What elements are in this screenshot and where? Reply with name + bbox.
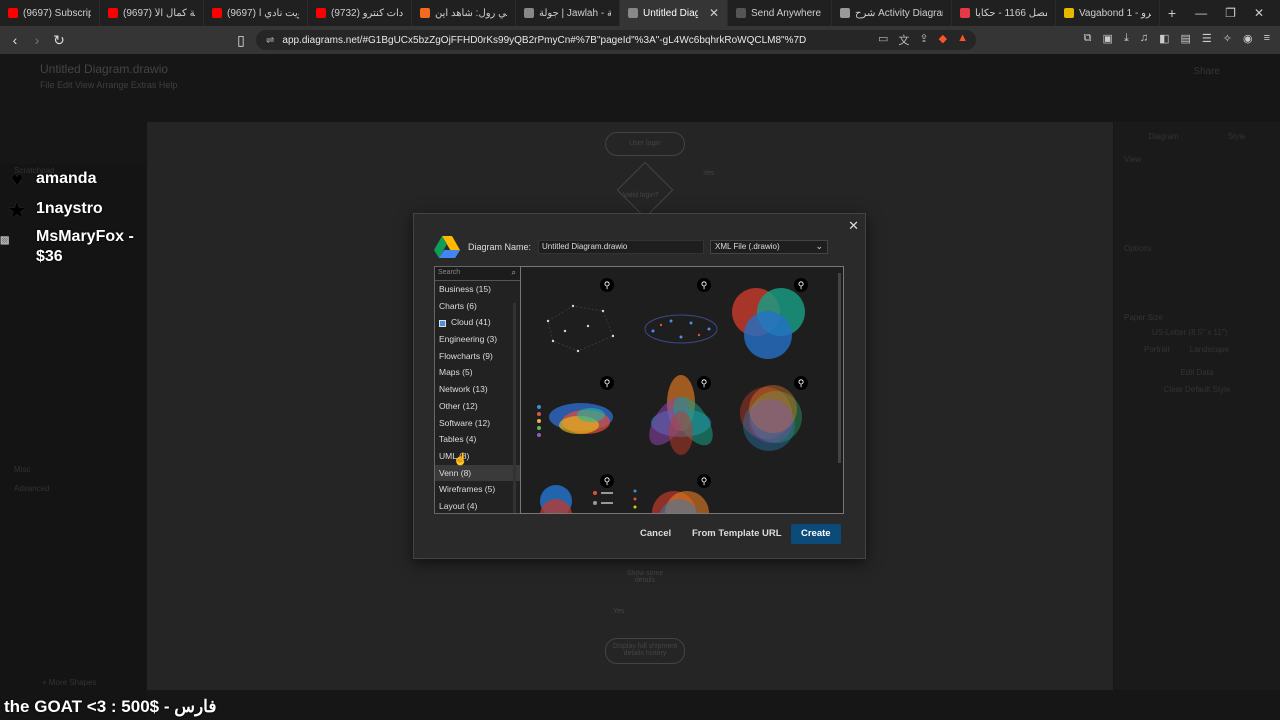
donor-item: ▨ MsMaryFox - $36 xyxy=(0,228,134,267)
zoom-icon[interactable]: ⚲ xyxy=(794,278,808,292)
zoom-icon[interactable]: ⚲ xyxy=(697,474,711,488)
search-placeholder: Search xyxy=(438,269,461,276)
zoom-icon[interactable]: ⚲ xyxy=(794,376,808,390)
preview-scrollbar[interactable] xyxy=(838,273,841,463)
zoom-icon[interactable]: ⚲ xyxy=(697,278,711,292)
donor-name: 1naystro xyxy=(36,200,103,217)
template-thumbnail[interactable] xyxy=(531,479,631,514)
template-thumbnail[interactable] xyxy=(721,277,821,369)
zoom-icon[interactable]: ⚲ xyxy=(600,278,614,292)
category-label: Other (12) xyxy=(439,400,478,411)
category-label: Venn (8) xyxy=(439,467,472,478)
category-item[interactable]: Wireframes (5) xyxy=(435,481,520,498)
zoom-icon[interactable]: ⚲ xyxy=(697,376,711,390)
template-category-list: Search ⌕ Business (15) Charts (6) Cloud (4… xyxy=(434,266,521,514)
category-item[interactable]: UML (8) xyxy=(435,448,520,465)
new-diagram-dialog: ✕ Diagram Name: Untitled Diagram.drawio … xyxy=(413,213,866,559)
template-thumbnail[interactable] xyxy=(631,373,731,465)
format-select-value: XML File (.drawio) xyxy=(715,242,780,251)
diagram-name-label: Diagram Name: xyxy=(468,242,532,252)
google-drive-icon xyxy=(434,236,460,258)
category-scrollbar[interactable] xyxy=(513,303,516,513)
category-label: Flowcharts (9) xyxy=(439,350,493,361)
category-label: Tables (4) xyxy=(439,434,477,445)
cloud-icon xyxy=(439,319,446,327)
diagram-name-input[interactable]: Untitled Diagram.drawio xyxy=(538,240,704,254)
category-item[interactable]: Venn (8) xyxy=(435,464,520,482)
category-item[interactable]: Layout (4) xyxy=(435,498,520,513)
mouse-cursor-icon: ☝ xyxy=(453,452,468,466)
category-item[interactable]: Network (13) xyxy=(435,381,520,398)
category-label: Layout (4) xyxy=(439,500,478,511)
category-item[interactable]: Charts (6) xyxy=(435,298,520,315)
category-label: Network (13) xyxy=(439,384,488,395)
category-item[interactable]: Maps (5) xyxy=(435,364,520,381)
category-item[interactable]: Software (12) xyxy=(435,415,520,432)
category-label: Engineering (3) xyxy=(439,334,498,345)
heart-icon: ♥ xyxy=(11,168,23,191)
template-thumbnail[interactable] xyxy=(629,477,729,514)
close-icon[interactable]: ✕ xyxy=(848,218,859,234)
template-thumbnail[interactable] xyxy=(631,281,731,373)
category-label: Software (12) xyxy=(439,417,491,428)
create-button[interactable]: Create xyxy=(791,524,841,544)
category-item[interactable]: Flowcharts (9) xyxy=(435,348,520,365)
template-preview-grid: ⚲ ⚲ ⚲ ⚲ ⚲ ⚲ ⚲ ⚲ xyxy=(520,266,844,514)
category-items: Business (15) Charts (6) Cloud (41) Enginee… xyxy=(435,281,520,513)
search-input[interactable]: Search ⌕ xyxy=(435,267,520,281)
category-label: Wireframes (5) xyxy=(439,484,496,495)
template-thumbnail[interactable] xyxy=(533,281,633,373)
from-template-url-button[interactable]: From Template URL xyxy=(686,524,788,544)
zoom-icon[interactable]: ⚲ xyxy=(600,474,614,488)
category-label: Business (15) xyxy=(439,284,491,294)
category-label: Maps (5) xyxy=(439,367,473,378)
category-item[interactable]: Engineering (3) xyxy=(435,331,520,348)
donor-name: MsMaryFox - $36 xyxy=(36,228,134,265)
cancel-button[interactable]: Cancel xyxy=(634,524,677,544)
category-label: Charts (6) xyxy=(439,300,477,311)
category-item[interactable]: Other (12) xyxy=(435,398,520,415)
format-select[interactable]: XML File (.drawio) ⌄ xyxy=(710,240,828,254)
donor-item: ★ 1naystro xyxy=(6,199,103,222)
donor-item: ♥ amanda xyxy=(6,168,97,191)
search-icon: ⌕ xyxy=(511,268,516,277)
category-item[interactable]: Tables (4) xyxy=(435,431,520,448)
broken-image-icon: ▨ xyxy=(0,234,10,246)
star-icon: ★ xyxy=(8,199,26,222)
category-item[interactable]: Business (15) xyxy=(435,281,520,298)
zoom-icon[interactable]: ⚲ xyxy=(600,376,614,390)
donor-name: amanda xyxy=(36,170,97,187)
category-item[interactable]: Cloud (41) xyxy=(435,314,520,331)
bottom-ticker-text: the GOAT <3 : 500$ - فارس xyxy=(4,697,217,716)
template-thumbnail[interactable] xyxy=(531,377,631,469)
chevron-down-icon: ⌄ xyxy=(815,241,823,251)
category-label: Cloud (41) xyxy=(451,317,491,328)
